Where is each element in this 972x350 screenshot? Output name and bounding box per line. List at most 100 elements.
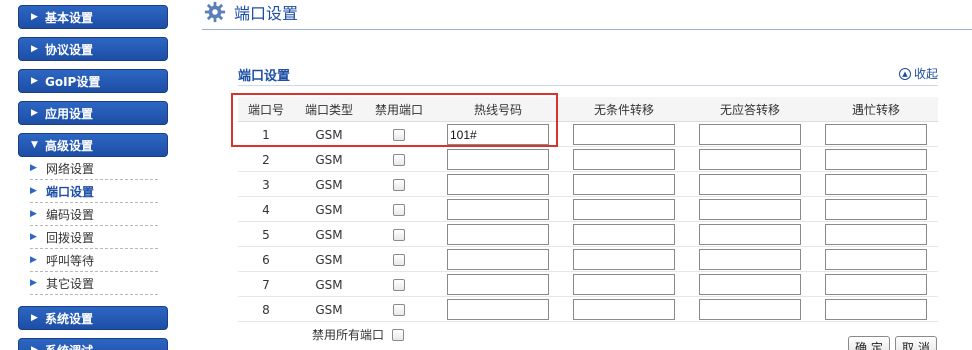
col-header-unconditional: 无条件转移 bbox=[593, 103, 654, 117]
unconditional-forward-input[interactable] bbox=[573, 249, 675, 270]
unconditional-forward-input[interactable] bbox=[573, 124, 675, 145]
sub-item-network[interactable]: ▶ 网络设置 bbox=[30, 157, 158, 180]
sub-item-call-waiting[interactable]: ▶ 呼叫等待 bbox=[30, 249, 158, 272]
hotline-cell bbox=[446, 247, 550, 272]
unconditional-cell bbox=[572, 222, 676, 247]
no-answer-forward-input[interactable] bbox=[699, 124, 801, 145]
unconditional-cell bbox=[572, 172, 676, 197]
caret-right-icon: ▶ bbox=[31, 12, 38, 22]
nav-basic-settings[interactable]: ▶ 基本设置 bbox=[18, 5, 168, 29]
cancel-button[interactable]: 取 消 bbox=[895, 336, 937, 350]
nav-label: 基本设置 bbox=[45, 10, 94, 25]
hotline-input[interactable] bbox=[447, 174, 549, 195]
disable-port-checkbox[interactable] bbox=[393, 203, 405, 216]
bullet-arrow-icon: ▶ bbox=[30, 186, 37, 196]
unconditional-cell bbox=[572, 297, 676, 322]
unconditional-cell bbox=[572, 247, 676, 272]
port-table: 端口号 端口类型 禁用端口 热线号码 无条件转移 无应答转移 遇忙转移 1 GSM… bbox=[238, 97, 938, 322]
hotline-cell bbox=[446, 122, 550, 147]
hotline-input[interactable] bbox=[447, 149, 549, 170]
hotline-input[interactable] bbox=[447, 224, 549, 245]
busy-cell bbox=[824, 122, 928, 147]
unconditional-forward-input[interactable] bbox=[573, 274, 675, 295]
unconditional-forward-input[interactable] bbox=[573, 199, 675, 220]
table-body: 1 GSM 2 GSM 3 GSM 4 GSM 5 GSM 6 GSM 7 GSM 8 GSM bbox=[238, 122, 938, 322]
busy-forward-input[interactable] bbox=[825, 124, 927, 145]
no-answer-cell bbox=[698, 297, 802, 322]
col-header-hotline: 热线号码 bbox=[473, 103, 522, 117]
confirm-button[interactable]: 确 定 bbox=[848, 336, 890, 350]
busy-forward-input[interactable] bbox=[825, 249, 927, 270]
unconditional-forward-input[interactable] bbox=[573, 174, 675, 195]
hotline-input[interactable] bbox=[447, 199, 549, 220]
no-answer-cell bbox=[698, 122, 802, 147]
port-type: GSM bbox=[315, 127, 343, 142]
caret-right-icon: ▶ bbox=[31, 44, 38, 54]
disable-port-checkbox[interactable] bbox=[393, 178, 405, 191]
table-header-row: 端口号 端口类型 禁用端口 热线号码 无条件转移 无应答转移 遇忙转移 bbox=[238, 97, 938, 122]
port-type: GSM bbox=[315, 252, 343, 267]
no-answer-forward-input[interactable] bbox=[699, 299, 801, 320]
collapse-toggle[interactable]: ▲ 收起 bbox=[898, 65, 938, 82]
nav-advanced-settings[interactable]: ▼ 高级设置 bbox=[18, 133, 168, 157]
busy-forward-input[interactable] bbox=[825, 299, 927, 320]
disable-all-ports: 禁用所有端口 bbox=[312, 326, 405, 343]
disable-port-checkbox[interactable] bbox=[393, 153, 405, 166]
disable-all-checkbox[interactable] bbox=[392, 328, 405, 341]
hotline-input[interactable] bbox=[447, 124, 549, 145]
disable-port-cell bbox=[364, 297, 434, 322]
table-row: 7 GSM bbox=[238, 272, 938, 297]
nav-system-debug[interactable]: ▶ 系统调试 bbox=[18, 338, 168, 350]
sub-item-callback[interactable]: ▶ 回拨设置 bbox=[30, 226, 158, 249]
no-answer-forward-input[interactable] bbox=[699, 199, 801, 220]
sub-item-port[interactable]: ▶ 端口设置 bbox=[30, 180, 158, 203]
port-type: GSM bbox=[315, 277, 343, 292]
sub-item-codec[interactable]: ▶ 编码设置 bbox=[30, 203, 158, 226]
no-answer-forward-input[interactable] bbox=[699, 149, 801, 170]
caret-right-icon: ▶ bbox=[31, 108, 38, 118]
disable-port-cell bbox=[364, 172, 434, 197]
busy-forward-input[interactable] bbox=[825, 174, 927, 195]
nav-goip-settings[interactable]: ▶ GoIP设置 bbox=[18, 69, 168, 93]
hotline-input[interactable] bbox=[447, 249, 549, 270]
collapse-label: 收起 bbox=[913, 67, 938, 81]
no-answer-forward-input[interactable] bbox=[699, 274, 801, 295]
busy-cell bbox=[824, 247, 928, 272]
port-number: 7 bbox=[262, 277, 270, 292]
hotline-input[interactable] bbox=[447, 274, 549, 295]
unconditional-forward-input[interactable] bbox=[573, 299, 675, 320]
hotline-input[interactable] bbox=[447, 299, 549, 320]
sidebar: ▶ 基本设置 ▶ 协议设置 ▶ GoIP设置 ▶ 应用设置 ▼ 高级设置 ▶ 网络设置 ▶ 端… bbox=[0, 0, 180, 350]
unconditional-forward-input[interactable] bbox=[573, 149, 675, 170]
busy-cell bbox=[824, 222, 928, 247]
busy-forward-input[interactable] bbox=[825, 274, 927, 295]
main-content: 端口设置 端口设置 ▲ 收起 端口号 端口类型 禁用端口 热线号码 无条件转移 … bbox=[200, 0, 972, 350]
no-answer-forward-input[interactable] bbox=[699, 249, 801, 270]
no-answer-forward-input[interactable] bbox=[699, 174, 801, 195]
nav-app-settings[interactable]: ▶ 应用设置 bbox=[18, 101, 168, 125]
unconditional-forward-input[interactable] bbox=[573, 224, 675, 245]
unconditional-cell bbox=[572, 197, 676, 222]
nav-label: 协议设置 bbox=[45, 42, 94, 57]
disable-port-checkbox[interactable] bbox=[393, 228, 405, 241]
no-answer-cell bbox=[698, 272, 802, 297]
busy-forward-input[interactable] bbox=[825, 199, 927, 220]
bullet-arrow-icon: ▶ bbox=[30, 163, 37, 173]
nav-protocol-settings[interactable]: ▶ 协议设置 bbox=[18, 37, 168, 61]
disable-port-checkbox[interactable] bbox=[393, 253, 405, 266]
no-answer-forward-input[interactable] bbox=[699, 224, 801, 245]
busy-cell bbox=[824, 272, 928, 297]
busy-forward-input[interactable] bbox=[825, 224, 927, 245]
nav-label: GoIP设置 bbox=[45, 74, 101, 89]
busy-forward-input[interactable] bbox=[825, 149, 927, 170]
port-number: 4 bbox=[262, 202, 270, 217]
sub-item-other[interactable]: ▶ 其它设置 bbox=[30, 272, 158, 295]
table-row: 5 GSM bbox=[238, 222, 938, 247]
disable-port-checkbox[interactable] bbox=[393, 303, 405, 316]
disable-port-checkbox[interactable] bbox=[393, 278, 405, 291]
port-number: 6 bbox=[262, 252, 270, 267]
busy-cell bbox=[824, 172, 928, 197]
disable-port-cell bbox=[364, 272, 434, 297]
disable-port-checkbox[interactable] bbox=[393, 128, 405, 141]
nav-system-settings[interactable]: ▶ 系统设置 bbox=[18, 306, 168, 330]
